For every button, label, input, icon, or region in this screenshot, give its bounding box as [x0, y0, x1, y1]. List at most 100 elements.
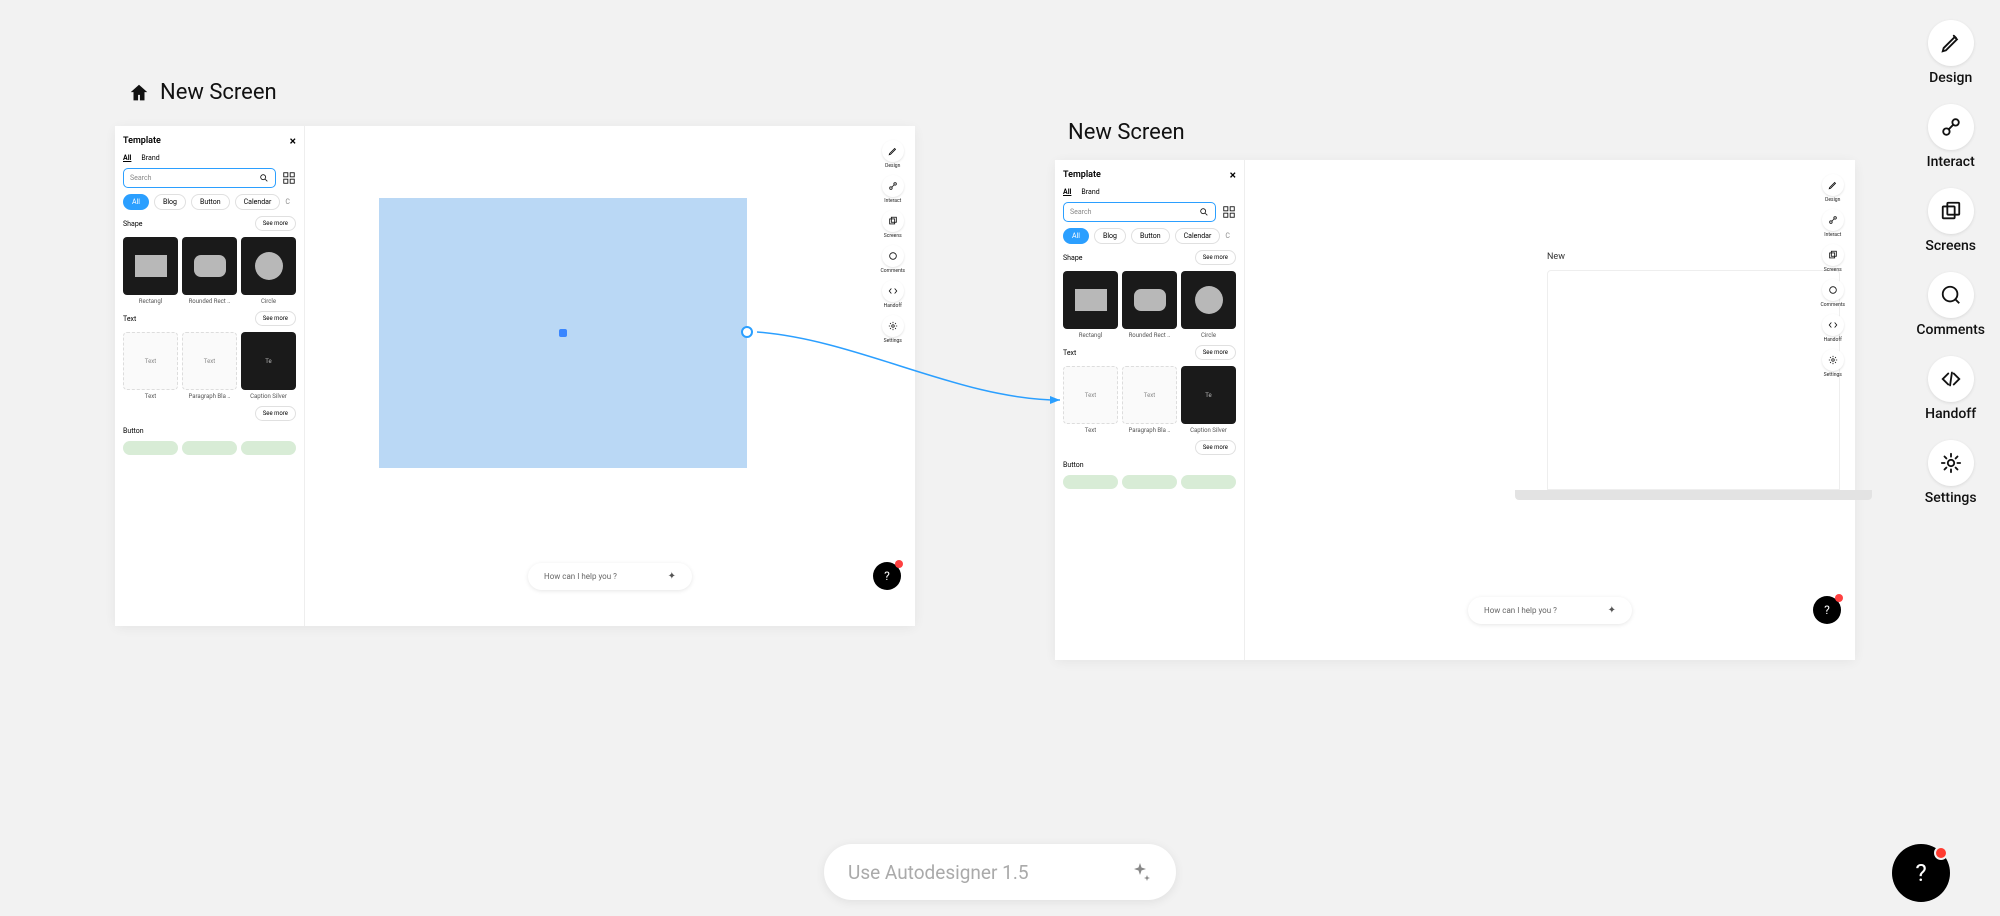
assistant-prompt-2[interactable]: How can I help you ? ✦ — [1468, 597, 1632, 624]
chip-blog-2[interactable]: Blog — [1094, 228, 1126, 244]
preview-platform — [1515, 490, 1872, 500]
chip-calendar[interactable]: Calendar — [235, 194, 281, 210]
see-more-text[interactable]: See more — [255, 311, 296, 326]
section-text-label: Text — [123, 315, 136, 323]
mini-sidebar-2: Design Interact Screens Comments Handoff… — [1820, 174, 1845, 378]
section-shape-label: Shape — [123, 220, 142, 228]
shape-rounded-rect[interactable]: Rounded Rect .. — [182, 237, 237, 305]
help-button-2[interactable]: ? — [1813, 596, 1841, 624]
template-panel-2: Template × All Brand Search All Blog But… — [1055, 160, 1245, 660]
gear-icon[interactable] — [1928, 440, 1974, 486]
text-item-1[interactable]: TextText — [123, 332, 178, 400]
assistant-prompt[interactable]: How can I help you ? ✦ — [528, 563, 692, 590]
sparkle-icon-main — [1128, 860, 1152, 884]
grid-toggle-icon-2[interactable] — [1222, 205, 1236, 219]
global-help-button[interactable]: ? — [1892, 844, 1950, 902]
preview-frame[interactable] — [1547, 270, 1840, 490]
button-template-1[interactable] — [123, 441, 178, 455]
text-item-2[interactable]: TextParagraph Bla .. — [182, 332, 237, 400]
text-item-3[interactable]: TeCaption Silver — [241, 332, 296, 400]
text-item-2b[interactable]: TextParagraph Bla .. — [1122, 366, 1177, 434]
sidebar-label-settings: Settings — [1925, 490, 1977, 506]
button-template-3b[interactable] — [1181, 475, 1236, 489]
autodesigner-input[interactable]: Use Autodesigner 1.5 — [824, 844, 1176, 900]
chip-more[interactable]: C — [285, 198, 290, 206]
chip-all-2[interactable]: All — [1063, 228, 1089, 244]
mini-screens-icon-2[interactable] — [1822, 244, 1844, 266]
text-item-1b[interactable]: TextText — [1063, 366, 1118, 434]
canvas-area-1[interactable]: How can I help you ? ✦ ? Design Interact… — [305, 126, 915, 626]
frame-1-title: New Screen — [160, 80, 277, 105]
mini-handoff-icon-2[interactable] — [1822, 314, 1844, 336]
section-button-label: Button — [123, 427, 296, 435]
chip-all[interactable]: All — [123, 194, 149, 210]
mini-sidebar-1: Design Interact Screens Comments Handoff… — [880, 140, 905, 344]
screen-frame-1[interactable]: Template × All Brand Search All Blog But… — [115, 126, 915, 626]
assistant-prompt-text: How can I help you ? — [544, 572, 617, 581]
search-placeholder: Search — [130, 174, 152, 182]
text-item-3b[interactable]: TeCaption Silver — [1181, 366, 1236, 434]
notification-dot — [895, 560, 903, 568]
template-title-2: Template — [1063, 170, 1101, 180]
grid-toggle-icon[interactable] — [282, 171, 296, 185]
comment-icon[interactable] — [1928, 272, 1974, 318]
button-template-3[interactable] — [241, 441, 296, 455]
see-more-text-2[interactable]: See more — [255, 406, 296, 421]
shape-circle[interactable]: Circle — [241, 237, 296, 305]
see-more-shape-2[interactable]: See more — [1195, 250, 1236, 265]
template-title: Template — [123, 136, 161, 146]
chip-button[interactable]: Button — [191, 194, 230, 210]
close-icon[interactable]: × — [290, 134, 296, 148]
mini-comments-icon-2[interactable] — [1822, 279, 1844, 301]
sidebar-label-handoff: Handoff — [1925, 406, 1976, 422]
chip-calendar-2[interactable]: Calendar — [1175, 228, 1221, 244]
pencil-icon[interactable] — [1928, 20, 1974, 66]
connect-icon[interactable] — [1928, 104, 1974, 150]
mini-settings-icon[interactable] — [882, 315, 904, 337]
mini-comments-icon[interactable] — [882, 245, 904, 267]
tab-brand-2[interactable]: Brand — [1081, 188, 1099, 196]
mini-interact-icon[interactable] — [882, 175, 904, 197]
chip-button-2[interactable]: Button — [1131, 228, 1170, 244]
button-template-2b[interactable] — [1122, 475, 1177, 489]
search-input[interactable]: Search — [123, 168, 276, 188]
canvas-area-2[interactable]: New How can I help you ? ✦ ? Design Inte… — [1245, 160, 1855, 660]
code-icon[interactable] — [1928, 356, 1974, 402]
shape-rounded-rect-2[interactable]: Rounded Rect .. — [1122, 271, 1177, 339]
mini-handoff-icon[interactable] — [882, 280, 904, 302]
see-more-shape[interactable]: See more — [255, 216, 296, 231]
element-handle-icon — [559, 329, 567, 337]
search-icon-2 — [1199, 207, 1209, 217]
rectangle-element[interactable] — [379, 198, 747, 468]
frame-2-title: New Screen — [1068, 120, 1185, 145]
chip-blog[interactable]: Blog — [154, 194, 186, 210]
global-notification-dot — [1934, 846, 1948, 860]
screen-frame-2[interactable]: Template × All Brand Search All Blog But… — [1055, 160, 1855, 660]
mini-screens-icon[interactable] — [882, 210, 904, 232]
button-template-2[interactable] — [182, 441, 237, 455]
shape-rectangle[interactable]: Rectangl — [123, 237, 178, 305]
search-input-2[interactable]: Search — [1063, 202, 1216, 222]
shape-rectangle-2[interactable]: Rectangl — [1063, 271, 1118, 339]
tab-all-2[interactable]: All — [1063, 188, 1071, 196]
chip-more-2[interactable]: C — [1225, 232, 1230, 240]
frame-2-title-bar: New Screen — [1068, 120, 1185, 145]
tab-brand[interactable]: Brand — [141, 154, 159, 162]
mini-design-icon[interactable] — [882, 140, 904, 162]
autodesigner-placeholder: Use Autodesigner 1.5 — [848, 861, 1029, 884]
see-more-text-2b[interactable]: See more — [1195, 345, 1236, 360]
button-template-1b[interactable] — [1063, 475, 1118, 489]
template-panel: Template × All Brand Search All Blog But… — [115, 126, 305, 626]
screens-icon[interactable] — [1928, 188, 1974, 234]
see-more-text-2c[interactable]: See more — [1195, 440, 1236, 455]
tab-all[interactable]: All — [123, 154, 131, 162]
home-icon — [128, 82, 150, 104]
shape-circle-2[interactable]: Circle — [1181, 271, 1236, 339]
help-button[interactable]: ? — [873, 562, 901, 590]
mini-interact-icon-2[interactable] — [1822, 209, 1844, 231]
close-icon-2[interactable]: × — [1230, 168, 1236, 182]
mini-settings-icon-2[interactable] — [1822, 349, 1844, 371]
mini-design-icon-2[interactable] — [1822, 174, 1844, 196]
sidebar-label-interact: Interact — [1927, 154, 1975, 170]
connector-handle[interactable] — [741, 326, 753, 338]
